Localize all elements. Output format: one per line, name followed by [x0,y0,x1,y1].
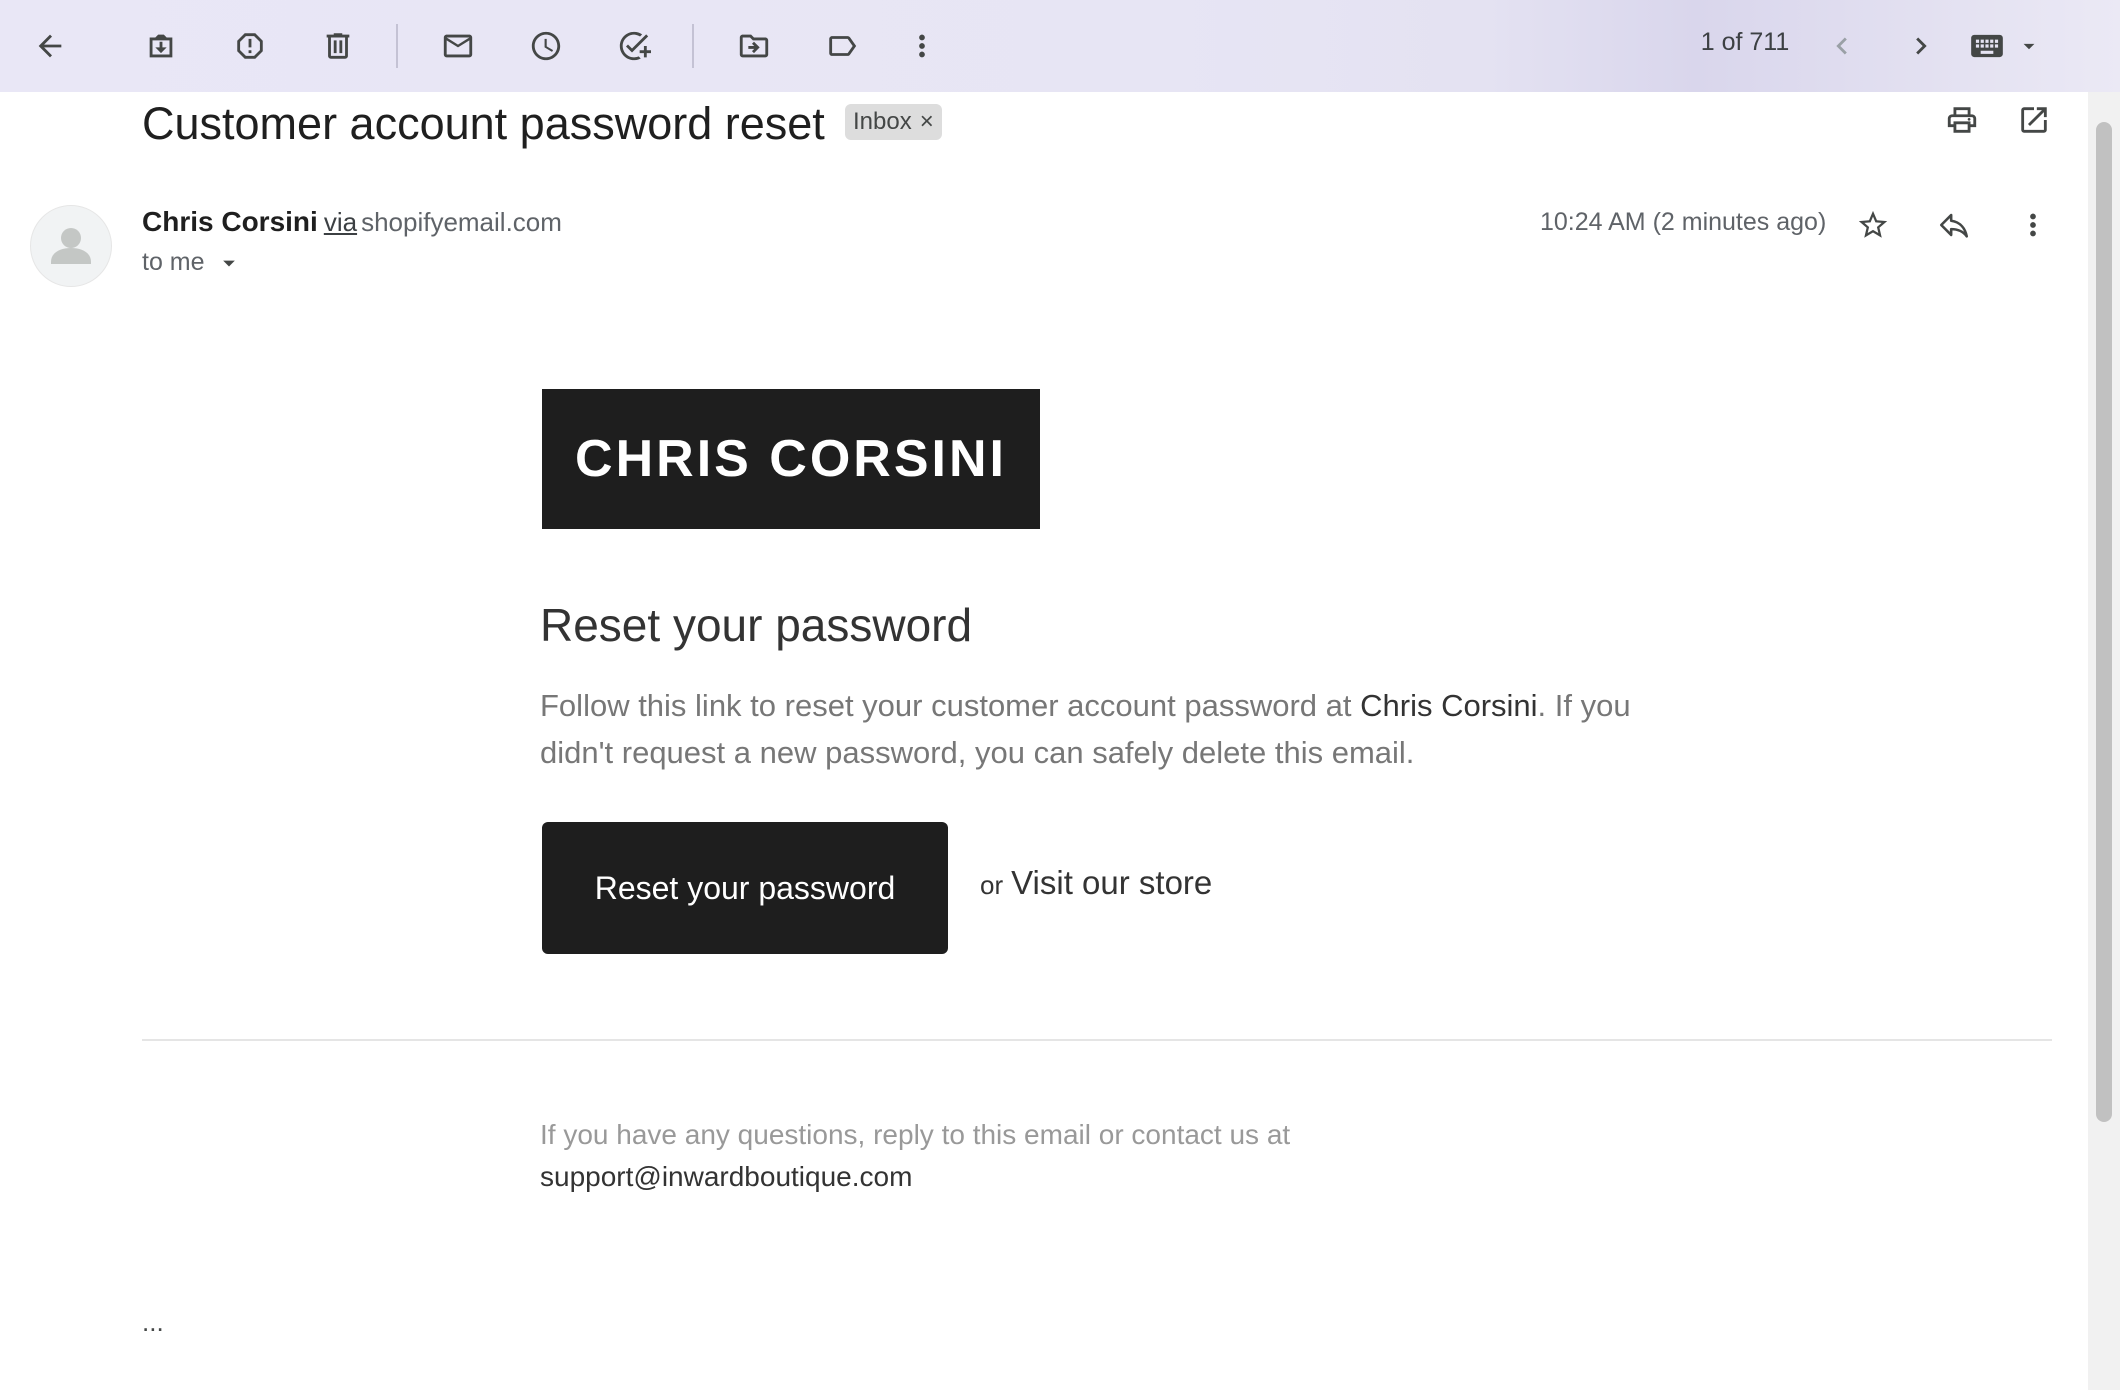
support-email-link[interactable]: support@inwardboutique.com [540,1161,912,1192]
chevron-left-icon[interactable] [1820,24,1864,68]
visit-store-link[interactable]: Visit our store [1011,864,1212,901]
sender-domain: shopifyemail.com [361,207,562,237]
archive-icon[interactable] [139,24,183,68]
clock-icon[interactable] [524,24,568,68]
store-logo: CHRIS CORSINI [542,389,1040,529]
scrollbar[interactable] [2088,92,2120,1390]
chevron-right-icon[interactable] [1899,24,1943,68]
open-in-new-window-icon[interactable] [2010,96,2058,144]
toolbar-separator [396,24,398,68]
email-subject: Customer account password reset [142,98,825,149]
reply-icon[interactable] [1930,201,1978,249]
body-heading: Reset your password [540,599,973,651]
paragraph-text-before: Follow this link to reset your customer … [540,688,1361,723]
reset-password-button[interactable]: Reset your password [542,822,948,954]
visit-store-line: or Visit our store [980,864,1212,902]
body-paragraph: Follow this link to reset your customer … [540,682,1660,776]
scrollbar-thumb[interactable] [2096,122,2112,1122]
store-name-link[interactable]: Chris Corsini [1360,688,1537,723]
mail-icon[interactable] [436,24,480,68]
person-icon [51,228,91,264]
remove-label-icon[interactable]: × [920,108,934,136]
report-spam-icon[interactable] [228,24,272,68]
move-to-icon[interactable] [732,24,776,68]
recipient-details-toggle[interactable]: to me [142,248,243,277]
sender-name[interactable]: Chris Corsini [142,206,318,237]
more-vertical-icon[interactable] [2009,201,2057,249]
sender-avatar[interactable] [30,205,112,287]
star-icon[interactable] [1849,201,1897,249]
footer-text: If you have any questions, reply to this… [540,1114,1540,1198]
body-divider [142,1039,2052,1041]
inbox-label-chip[interactable]: Inbox × [845,104,942,140]
caret-down-icon [222,260,235,266]
toolbar-separator [692,24,694,68]
store-logo-text: CHRIS CORSINI [575,430,1007,488]
sender-line: Chris Corsini via shopifyemail.com [142,206,562,238]
show-trimmed-content-button[interactable]: ... [142,1307,164,1338]
email-reading-pane: Customer account password reset Inbox × … [0,92,2088,1390]
footer-question-text: If you have any questions, reply to this… [540,1119,1291,1150]
pager-count: 1 of 711 [1700,28,1790,56]
arrow-left-icon[interactable] [28,24,72,68]
label-chip-text: Inbox [853,108,912,135]
email-timestamp: 10:24 AM (2 minutes ago) [1540,208,1827,236]
trash-icon[interactable] [316,24,360,68]
label-icon[interactable] [820,24,864,68]
print-icon[interactable] [1938,96,1986,144]
keyboard-icon [1971,34,2003,58]
more-vertical-icon[interactable] [900,24,944,68]
via-link[interactable]: via [324,207,357,237]
or-text: or [980,870,1004,900]
recipient-text: to me [142,248,205,276]
input-tools-button[interactable] [1968,24,2042,68]
email-toolbar: 1 of 711 [0,0,2120,92]
caret-down-icon [2023,43,2035,50]
add-task-icon[interactable] [612,24,656,68]
